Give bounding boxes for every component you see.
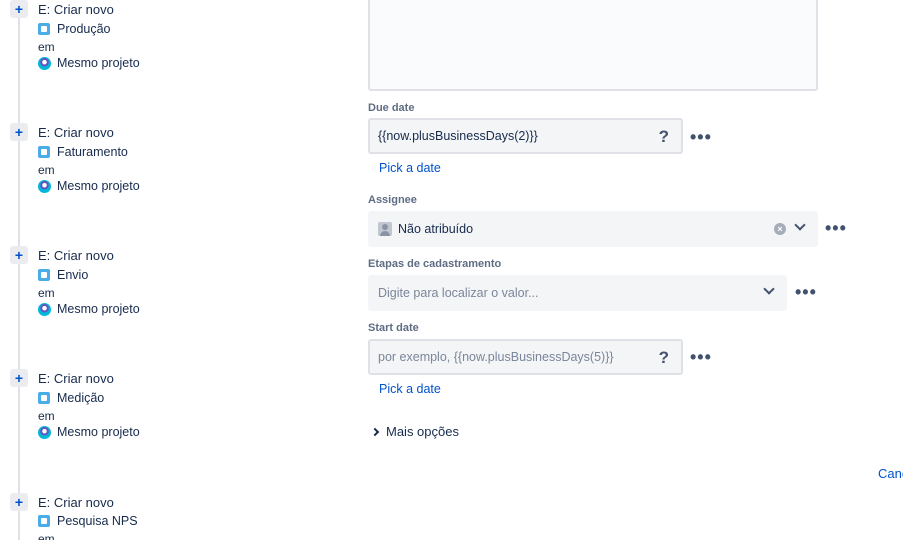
chevron-down-icon[interactable] [763,283,775,295]
cancel-button[interactable]: Canc [878,466,903,481]
pick-date-link[interactable]: Pick a date [379,161,441,175]
more-icon[interactable]: ••• [825,219,847,237]
rule-title: E: Criar novo [38,125,114,140]
add-action-button[interactable]: + [10,246,28,264]
plus-icon: + [14,247,24,263]
issue-type: Medição [38,391,104,405]
add-action-button[interactable]: + [10,0,28,18]
assignee-select[interactable]: Não atribuído × [368,211,818,247]
in-label: em [38,40,55,54]
due-date-label: Due date [368,102,415,114]
add-action-button[interactable]: + [10,369,28,387]
task-icon [38,392,50,404]
task-icon [38,23,50,35]
more-options-toggle[interactable]: Mais opções [370,424,459,439]
rule-title: E: Criar novo [38,371,114,386]
avatar [378,222,392,236]
rule-title: E: Criar novo [38,2,114,17]
plus-icon: + [14,370,24,386]
issue-type: Produção [38,22,111,36]
project-icon [38,56,51,70]
chevron-right-icon [370,427,380,436]
issue-type: Faturamento [38,145,128,159]
chevron-down-icon[interactable] [794,219,806,231]
clear-icon[interactable]: × [774,223,786,235]
more-icon[interactable]: ••• [690,128,712,146]
in-label: em [38,532,55,540]
more-icon[interactable]: ••• [690,348,712,366]
help-icon[interactable]: ? [659,348,669,368]
project: Mesmo projeto [38,302,140,316]
rule-title: E: Criar novo [38,495,114,510]
project-icon [38,179,51,193]
in-label: em [38,409,55,423]
etapas-label: Etapas de cadastramento [368,258,502,270]
plus-icon: + [14,494,24,510]
project: Mesmo projeto [38,56,140,70]
issue-type: Pesquisa NPS [38,514,138,528]
etapas-select[interactable]: Digite para localizar o valor... [368,275,787,311]
project-icon [38,302,51,316]
description-textarea[interactable] [368,0,818,91]
rule-title: E: Criar novo [38,248,114,263]
in-label: em [38,286,55,300]
due-date-input[interactable]: {{now.plusBusinessDays(2)}} ? [368,118,683,154]
project: Mesmo projeto [38,179,140,193]
issue-type: Envio [38,268,88,282]
more-icon[interactable]: ••• [795,283,817,301]
task-icon [38,515,50,527]
add-action-button[interactable]: + [10,123,28,141]
help-icon[interactable]: ? [659,127,669,147]
task-icon [38,269,50,281]
start-date-label: Start date [368,322,419,334]
pick-date-link[interactable]: Pick a date [379,382,441,396]
assignee-label: Assignee [368,194,417,206]
rule-tree-line [18,0,20,540]
add-action-button[interactable]: + [10,493,28,511]
in-label: em [38,163,55,177]
project: Mesmo projeto [38,425,140,439]
plus-icon: + [14,1,24,17]
project-icon [38,425,51,439]
start-date-input[interactable]: por exemplo, {{now.plusBusinessDays(5)}}… [368,339,683,375]
task-icon [38,146,50,158]
plus-icon: + [14,124,24,140]
